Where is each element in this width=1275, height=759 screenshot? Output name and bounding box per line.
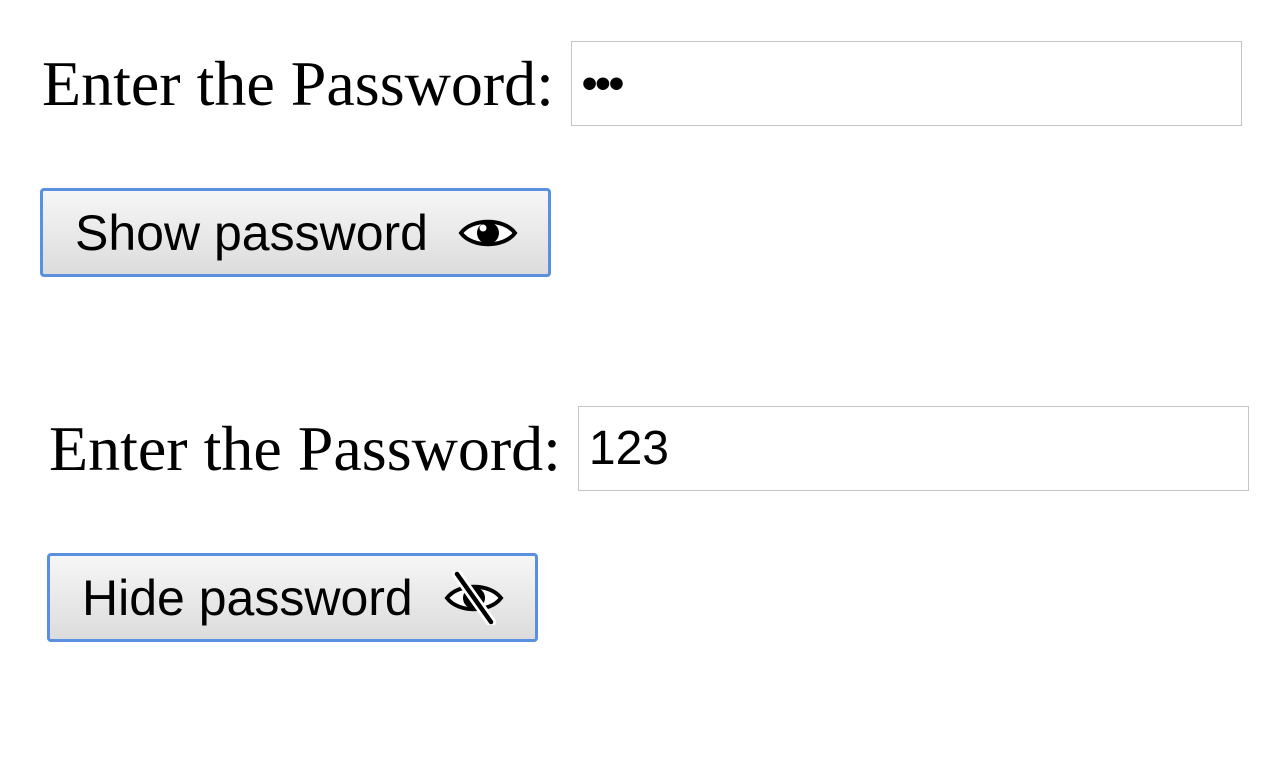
password-input-value: 123 [588,422,669,475]
password-row-1: Enter the Password: ••• [42,41,1242,126]
show-password-button[interactable]: Show password [40,188,551,277]
password-label: Enter the Password: [42,47,554,119]
show-password-label: Show password [75,204,428,261]
password-input[interactable]: 123 [577,406,1249,491]
hide-password-label: Hide password [82,569,413,626]
password-input[interactable]: ••• [570,41,1242,126]
password-label: Enter the Password: [49,412,561,484]
password-input-value: ••• [581,58,624,108]
hide-password-button[interactable]: Hide password [47,553,538,642]
eye-slash-icon [443,570,505,625]
password-row-2: Enter the Password: 123 [49,406,1249,491]
eye-icon [458,213,518,253]
